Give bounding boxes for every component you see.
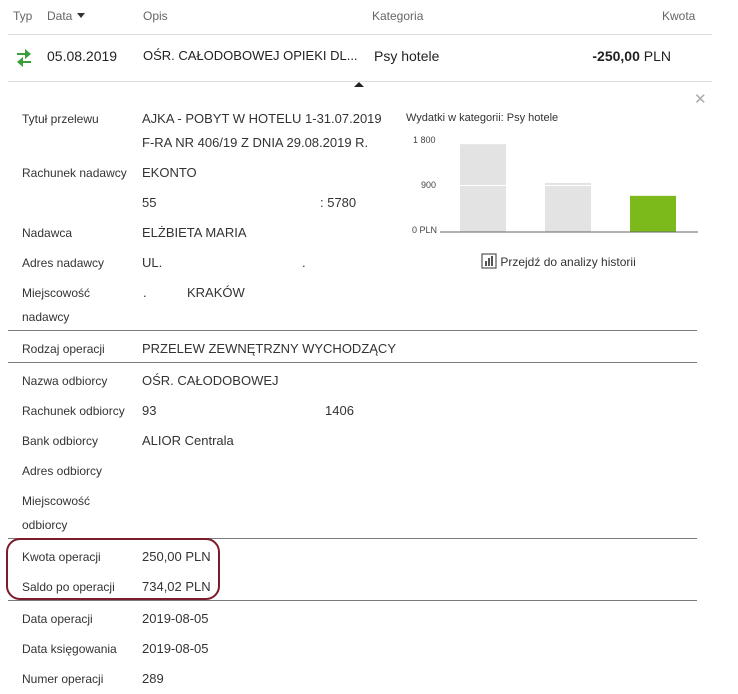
close-icon[interactable]: ✕	[694, 90, 707, 108]
transaction-row[interactable]: 05.08.2019 OŚR. CAŁODOBOWEJ OPIEKI DL...…	[0, 35, 712, 81]
tytul-przelewu-line1: AJKA - POBYT W HOTELU 1-31.07.2019	[142, 111, 382, 126]
nadawca-value: ELŻBIETA MARIA	[142, 225, 247, 240]
section-divider-2	[8, 362, 697, 363]
category-spending-chart	[440, 138, 698, 233]
rachunek-odbiorcy-label: Rachunek odbiorcy	[22, 404, 125, 418]
saldo-po-operacji-value: 734,02 PLN	[142, 579, 211, 594]
adres-nadawcy-value: UL.	[142, 255, 163, 270]
data-operacji-label: Data operacji	[22, 612, 93, 626]
data-ksiegowania-label: Data księgowania	[22, 642, 117, 656]
nazwa-odbiorcy-value: OŚR. CAŁODOBOWEJ	[142, 373, 279, 388]
transaction-currency: PLN	[643, 48, 671, 64]
bar-chart-icon	[481, 253, 497, 269]
rachunek-nadawcy-label: Rachunek nadawcy	[22, 166, 127, 180]
nadawca-label: Nadawca	[22, 226, 73, 240]
saldo-po-operacji-label: Saldo po operacji	[22, 580, 115, 594]
chart-bar-1[interactable]	[460, 144, 506, 232]
miejscowosc-odbiorcy-label-1: Miejscowość	[22, 494, 91, 508]
tytul-przelewu-line2: F-RA NR 406/19 Z DNIA 29.08.2019 R.	[142, 135, 369, 150]
column-header-typ: Typ	[13, 9, 33, 23]
column-header-opis: Opis	[143, 9, 168, 23]
chart-title: Wydatki w kategorii: Psy hotele	[406, 112, 558, 124]
y-tick-max: 1 800	[413, 135, 436, 145]
transaction-amount: -250,00	[592, 48, 640, 64]
chart-title-text: Wydatki w kategorii:	[406, 112, 504, 124]
transaction-category: Psy hotele	[374, 48, 440, 64]
section-divider-4	[8, 600, 697, 601]
adres-odbiorcy-label: Adres odbiorcy	[22, 464, 103, 478]
miejscowosc-odbiorcy-label-2: odbiorcy	[22, 518, 68, 532]
expand-caret-icon	[354, 82, 364, 87]
section-divider-1	[8, 330, 697, 331]
column-header-kategoria: Kategoria	[372, 9, 424, 23]
bank-odbiorcy-value: ALIOR Centrala	[142, 433, 234, 448]
sort-desc-icon	[77, 13, 86, 18]
transaction-amount-block: -250,00 PLN	[592, 48, 671, 64]
chart-category-name: Psy hotele	[506, 112, 559, 124]
adres-nadawcy-dot: .	[302, 255, 306, 270]
chart-bar-3[interactable]	[630, 195, 676, 232]
kwota-operacji-value: 250,00 PLN	[142, 549, 211, 564]
y-tick-zero: 0 PLN	[412, 225, 438, 235]
transaction-date: 05.08.2019	[47, 48, 118, 64]
y-tick-mid: 900	[421, 180, 437, 190]
miejscowosc-nadawcy-value: KRAKÓW	[187, 285, 245, 300]
history-analysis-label: Przejdź do analizy historii	[500, 255, 636, 269]
rachunek-odbiorcy-start: 93	[142, 403, 157, 418]
column-header-data[interactable]: Data	[47, 9, 86, 23]
adres-nadawcy-label: Adres nadawcy	[22, 256, 105, 270]
kwota-operacji-label: Kwota operacji	[22, 550, 101, 564]
miejscowosc-nadawcy-label-2: nadawcy	[22, 310, 70, 324]
numer-operacji-label: Numer operacji	[22, 672, 104, 686]
transfer-arrows-icon	[17, 49, 31, 67]
history-analysis-link[interactable]: Przejdź do analizy historii	[481, 253, 636, 269]
rachunek-odbiorcy-end: 1406	[325, 403, 354, 418]
miejscowosc-nadawcy-dot: .	[143, 285, 147, 300]
tytul-przelewu-label: Tytuł przelewu	[22, 112, 99, 126]
rachunek-nadawcy-start: 55	[142, 195, 157, 210]
rachunek-nadawcy-name: EKONTO	[142, 165, 197, 180]
column-header-kwota: Kwota	[662, 9, 696, 23]
data-operacji-value: 2019-08-05	[142, 611, 209, 626]
chart-bar-2[interactable]	[545, 182, 591, 232]
numer-operacji-value: 289	[142, 671, 164, 686]
miejscowosc-nadawcy-label-1: Miejscowość	[22, 286, 91, 300]
rachunek-nadawcy-end: : 5780	[320, 195, 357, 210]
column-header-data-label: Data	[47, 9, 73, 23]
data-ksiegowania-value: 2019-08-05	[142, 641, 209, 656]
nazwa-odbiorcy-label: Nazwa odbiorcy	[22, 374, 108, 388]
bank-odbiorcy-label: Bank odbiorcy	[22, 434, 99, 448]
rodzaj-operacji-value: PRZELEW ZEWNĘTRZNY WYCHODZĄCY	[142, 341, 396, 356]
rodzaj-operacji-label: Rodzaj operacji	[22, 342, 105, 356]
transaction-description: OŚR. CAŁODOBOWEJ OPIEKI DL...	[143, 48, 358, 63]
